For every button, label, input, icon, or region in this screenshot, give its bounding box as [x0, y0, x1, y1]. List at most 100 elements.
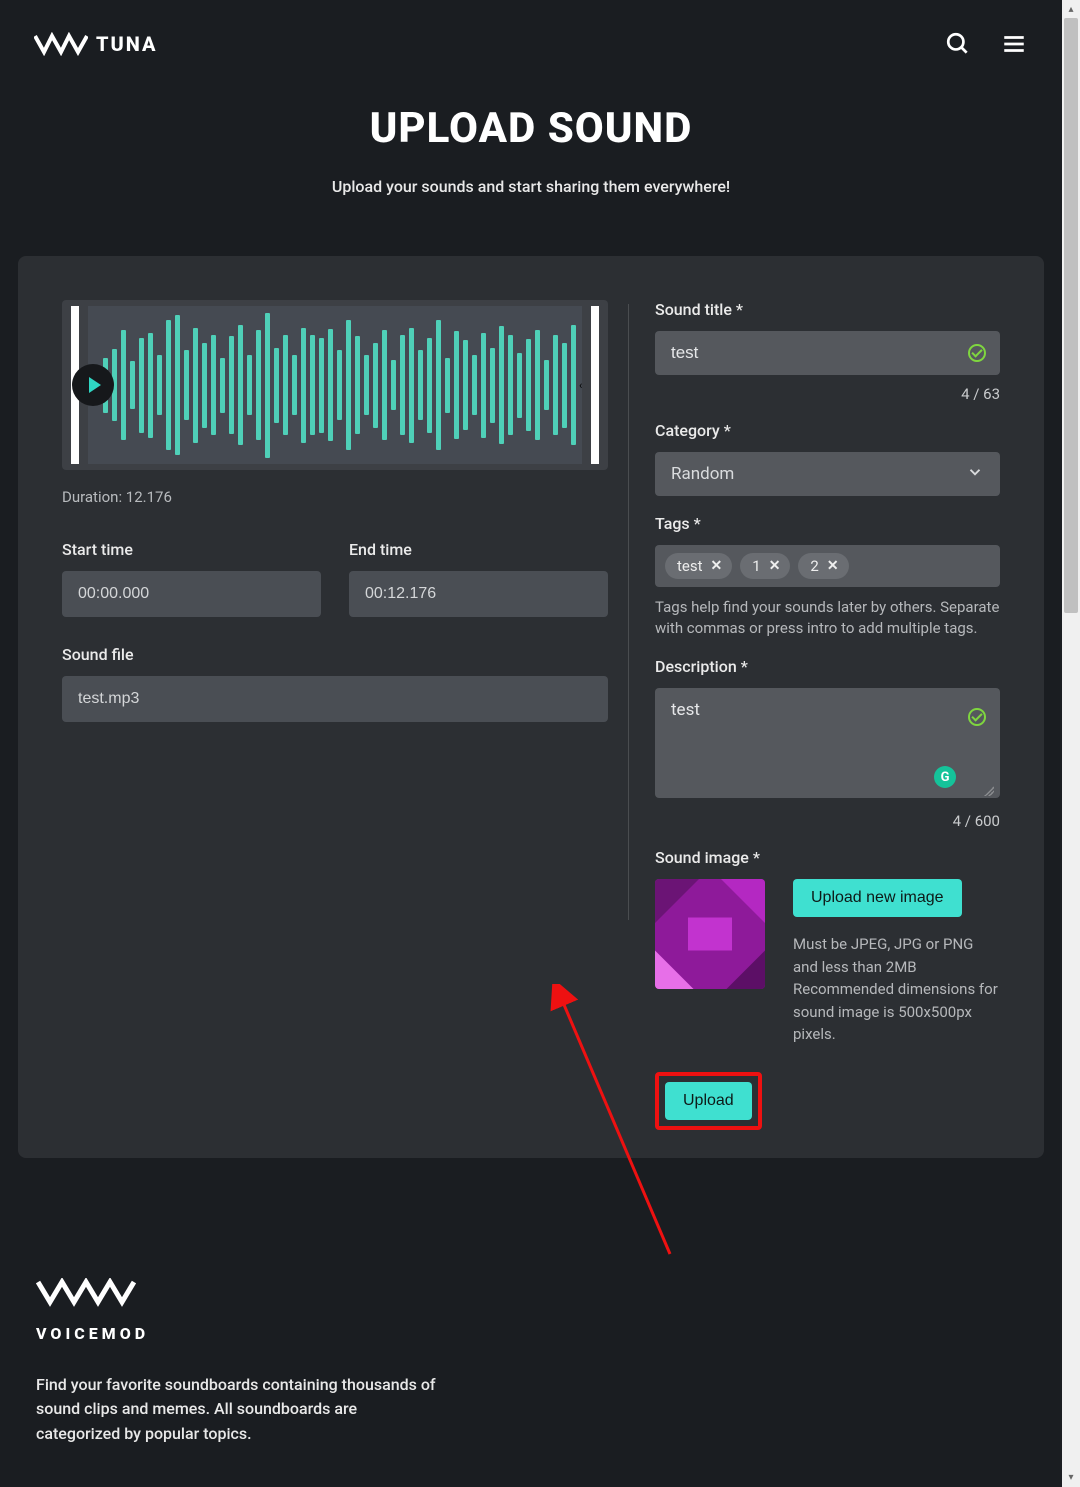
waveform-bar — [184, 350, 189, 420]
waveform-bar — [490, 348, 495, 423]
waveform-bar — [292, 355, 297, 415]
duration-label: Duration: 12.176 — [62, 488, 608, 506]
scroll-down-icon[interactable]: ▾ — [1062, 1469, 1080, 1487]
play-button[interactable] — [72, 364, 114, 406]
footer-logo: VOICEMOD — [36, 1278, 1026, 1343]
end-time-input[interactable] — [349, 571, 608, 617]
waveform-bars[interactable] — [88, 306, 582, 464]
waveform-bar — [202, 343, 207, 428]
header-actions — [944, 30, 1028, 58]
waveform-bar — [274, 348, 279, 423]
waveform-bar — [562, 343, 567, 428]
waveform-bar — [319, 338, 324, 433]
waveform-bar — [526, 339, 531, 431]
sound-title-input[interactable] — [655, 331, 1000, 375]
waveform-bar — [535, 330, 540, 440]
waveform-bar — [373, 343, 378, 428]
waveform-bar — [310, 335, 315, 435]
waveform-bar — [139, 338, 144, 433]
upload-image-button[interactable]: Upload new image — [793, 879, 962, 917]
sound-file-label: Sound file — [62, 645, 608, 664]
waveform-bar — [229, 336, 234, 434]
tags-help: Tags help find your sounds later by othe… — [655, 597, 1000, 639]
waveform-bar — [391, 360, 396, 410]
description-counter: 4 / 600 — [655, 812, 1000, 830]
sound-file-input[interactable] — [62, 676, 608, 722]
start-time-input[interactable] — [62, 571, 321, 617]
menu-icon[interactable] — [1000, 30, 1028, 58]
search-icon[interactable] — [944, 30, 972, 58]
waveform-bar — [328, 329, 333, 441]
waveform-bar — [130, 361, 135, 409]
page-subtitle: Upload your sounds and start sharing the… — [0, 177, 1062, 196]
waveform-bar — [193, 328, 198, 443]
waveform-bar — [238, 325, 243, 445]
waveform-bar — [283, 335, 288, 435]
waveform-bar — [175, 315, 180, 455]
title-area: UPLOAD SOUND Upload your sounds and star… — [0, 70, 1062, 220]
scrollbar-thumb[interactable] — [1064, 18, 1078, 613]
waveform-bar — [157, 355, 162, 415]
waveform-bar — [418, 350, 423, 420]
tag-remove-icon[interactable]: ✕ — [825, 558, 841, 574]
tag-label: test — [677, 557, 703, 575]
waveform-bar — [301, 328, 306, 443]
footer: VOICEMOD Find your favorite soundboards … — [0, 1158, 1062, 1487]
waveform-bar — [427, 338, 432, 433]
upload-button[interactable]: Upload — [665, 1082, 752, 1120]
upload-card: › ‹ Duration: 12.176 Start time End time… — [18, 256, 1044, 1158]
sound-title-counter: 4 / 63 — [655, 385, 1000, 403]
waveform-bar — [265, 313, 270, 458]
start-time-label: Start time — [62, 540, 321, 559]
waveform-bar — [472, 355, 477, 415]
grammarly-icon[interactable]: G — [934, 766, 956, 788]
footer-brand: VOICEMOD — [36, 1324, 1026, 1343]
tag-remove-icon[interactable]: ✕ — [767, 558, 783, 574]
waveform-bar — [544, 360, 549, 410]
sound-image-label: Sound image * — [655, 848, 1000, 867]
sound-image-thumbnail — [655, 879, 765, 989]
waveform-bar — [256, 330, 261, 440]
waveform-bar — [445, 358, 450, 413]
trim-handle-right[interactable]: ‹ — [582, 306, 608, 464]
sound-image-help: Must be JPEG, JPG or PNG and less than 2… — [793, 933, 1000, 1046]
waveform-bar — [337, 350, 342, 420]
waveform-bar — [247, 355, 252, 415]
waveform-bar — [463, 340, 468, 430]
waveform-bar — [553, 335, 558, 435]
end-time-label: End time — [349, 540, 608, 559]
sound-title-label: Sound title * — [655, 300, 1000, 319]
tag-chip: 2✕ — [798, 553, 848, 579]
category-label: Category * — [655, 421, 1000, 440]
header: TUNA — [0, 0, 1062, 70]
category-select[interactable]: Random — [655, 452, 1000, 496]
waveform-bar — [481, 333, 486, 438]
logo-text: TUNA — [96, 32, 158, 56]
footer-text: Find your favorite soundboards containin… — [36, 1373, 436, 1447]
logo[interactable]: TUNA — [34, 32, 158, 56]
left-column: › ‹ Duration: 12.176 Start time End time… — [62, 300, 608, 1130]
waveform-bar — [211, 335, 216, 435]
waveform-bar — [121, 330, 126, 440]
waveform[interactable]: › ‹ — [62, 300, 608, 470]
waveform-bar — [220, 358, 225, 413]
tag-chip: 1✕ — [740, 553, 790, 579]
waveform-bar — [400, 335, 405, 435]
tag-label: 1 — [752, 557, 760, 575]
tags-input[interactable]: test✕1✕2✕ — [655, 545, 1000, 587]
logo-mark-icon — [34, 32, 88, 56]
waveform-bar — [517, 353, 522, 418]
resize-handle-icon[interactable] — [984, 786, 994, 796]
scroll-up-icon[interactable]: ▴ — [1062, 0, 1080, 18]
check-icon — [968, 344, 986, 362]
page-title: UPLOAD SOUND — [0, 104, 1062, 153]
waveform-bar — [346, 320, 351, 450]
description-label: Description * — [655, 657, 1000, 676]
waveform-bar — [166, 320, 171, 450]
scrollbar[interactable]: ▴ ▾ — [1062, 0, 1080, 1487]
waveform-bar — [148, 333, 153, 438]
tag-chip: test ✕ — [665, 553, 732, 579]
tag-remove-icon[interactable]: ✕ — [709, 558, 725, 574]
waveform-bar — [436, 320, 441, 450]
waveform-bar — [571, 325, 576, 445]
